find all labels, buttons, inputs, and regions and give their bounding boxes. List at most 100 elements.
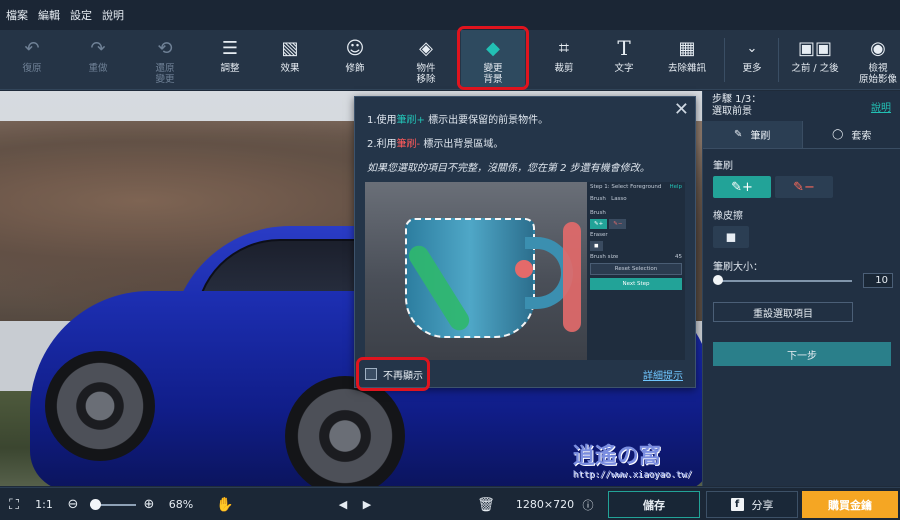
effects-button[interactable]: ▧ 效果 xyxy=(268,30,312,90)
adjust-label: 調整 xyxy=(220,63,240,74)
brush-size-value[interactable]: 10 xyxy=(863,273,893,288)
eye-icon: ◉ xyxy=(870,37,886,59)
redo-label: 重做 xyxy=(88,63,108,74)
object-label-1: 物件 xyxy=(416,63,436,74)
selection-tabs: ✎ 筆刷 ◯ 套索 xyxy=(703,121,900,149)
menu-file[interactable]: 檔案 xyxy=(6,7,28,23)
view-original-button[interactable]: ◉ 檢視 原始影像 xyxy=(856,30,900,90)
watermark-title: 逍遙の窩 xyxy=(572,443,661,469)
brush-size-slider-knob[interactable] xyxy=(713,275,723,285)
demo-photo xyxy=(365,182,587,360)
save-button[interactable]: 儲存 xyxy=(608,491,700,518)
adjust-button[interactable]: ☰ 調整 xyxy=(208,30,252,90)
restore-label-1: 還原 xyxy=(155,63,175,74)
retouch-label: 修飾 xyxy=(345,63,365,74)
car-rear-wheel xyxy=(285,376,405,486)
crop-button[interactable]: ⌗ 裁剪 xyxy=(542,30,586,90)
prev-image-icon[interactable]: ◀ xyxy=(334,488,352,520)
share-button[interactable]: f 分享 xyxy=(706,491,798,518)
dont-show-checkbox[interactable] xyxy=(365,368,377,380)
tip-line-3: 如果您選取的項目不完整，沒關係，您在第 2 步還有機會修改。 xyxy=(367,163,650,174)
more-button[interactable]: ⌄ 更多 xyxy=(732,30,772,90)
face-icon: ☺ xyxy=(345,37,365,59)
photo-editor-window: 檔案 編輯 設定 說明 ↶ 復原 ↷ 重做 ⟲ 還原 變更 ☰ 調整 ▧ 效果 … xyxy=(0,0,900,520)
undo-label: 復原 xyxy=(22,63,42,74)
car-front-wheel xyxy=(45,351,155,461)
fit-screen-icon[interactable]: ⛶ xyxy=(4,488,24,520)
view-original-label-2: 原始影像 xyxy=(858,74,897,85)
brush-minus-button[interactable]: ✎− xyxy=(775,176,833,198)
tab-brush[interactable]: ✎ 筆刷 xyxy=(703,121,803,148)
close-icon[interactable]: ✕ xyxy=(674,99,689,120)
zoom-slider-knob[interactable] xyxy=(89,499,101,510)
object-label-2: 移除 xyxy=(416,74,436,85)
brush-size-label: 筆刷大小： xyxy=(713,262,763,273)
step-indicator: 步驟 1/3： 選取前景 xyxy=(712,94,762,117)
undo-icon: ↶ xyxy=(24,37,40,59)
denoise-button[interactable]: ▦ 去除雜訊 xyxy=(662,30,712,90)
brush-icon: ✎ xyxy=(734,129,743,140)
menu-bar: 檔案 編輯 設定 說明 xyxy=(0,0,900,30)
tip-line-2: 2.利用筆刷- 標示出背景區域。 xyxy=(367,139,504,150)
change-bg-label-1: 變更 xyxy=(483,63,503,74)
effects-label: 效果 xyxy=(280,63,300,74)
toolbar-divider-2 xyxy=(778,38,779,82)
detailed-tips-link[interactable]: 詳細提示 xyxy=(643,367,683,382)
retouch-button[interactable]: ☺ 修飾 xyxy=(333,30,377,90)
info-icon[interactable]: ⓘ xyxy=(578,488,598,520)
menu-settings[interactable]: 設定 xyxy=(70,7,92,23)
demo-red-dot xyxy=(515,260,533,278)
denoise-icon: ▦ xyxy=(678,37,696,59)
next-image-icon[interactable]: ▶ xyxy=(358,488,376,520)
view-original-label-1: 檢視 xyxy=(868,63,888,74)
chevron-down-icon: ⌄ xyxy=(746,40,758,56)
menu-help[interactable]: 說明 xyxy=(102,7,124,23)
watermark-logo: 逍遙の窩 http://www.xiaoyao.tw/ xyxy=(573,438,692,480)
help-link[interactable]: 說明 xyxy=(871,99,891,114)
tip-line-1: 1.使用筆刷+ 標示出要保留的前景物件。 xyxy=(367,115,549,126)
toolbar: ↶ 復原 ↷ 重做 ⟲ 還原 變更 ☰ 調整 ▧ 效果 ☺ 修飾 ◈ 物件 移除 xyxy=(0,26,900,90)
hand-tool-icon[interactable]: ✋ xyxy=(214,488,236,520)
eraser-icon: ◼ xyxy=(725,229,737,245)
facebook-icon: f xyxy=(730,498,744,511)
brush-section-label: 筆刷 xyxy=(713,161,733,172)
watermark-url: http://www.xiaoyao.tw/ xyxy=(572,470,692,480)
object-removal-button[interactable]: ◈ 物件 移除 xyxy=(403,30,449,90)
text-label: 文字 xyxy=(614,63,634,74)
brush-plus-button[interactable]: ✎+ xyxy=(713,176,771,198)
before-after-label: 之前 / 之後 xyxy=(791,63,839,74)
restore-changes-button[interactable]: ⟲ 還原 變更 xyxy=(143,30,187,90)
next-step-button[interactable]: 下一步 xyxy=(713,342,891,366)
reset-selection-button[interactable]: 重設選取項目 xyxy=(713,302,853,322)
trash-icon[interactable]: 🗑 xyxy=(474,488,498,520)
redo-button[interactable]: ↷ 重做 xyxy=(78,30,118,90)
sliders-icon: ☰ xyxy=(221,37,239,59)
brush-minus-icon: ✎− xyxy=(793,179,815,195)
eraser-section-label: 橡皮擦 xyxy=(713,211,743,222)
brush-plus-icon: ✎+ xyxy=(731,179,753,195)
before-after-button[interactable]: ▣▣ 之前 / 之後 xyxy=(786,30,844,90)
change-background-button[interactable]: ◆ 變更 背景 xyxy=(461,30,525,90)
buy-key-button[interactable]: 購買金鑰 xyxy=(802,491,898,518)
lasso-icon: ◯ xyxy=(832,129,844,140)
more-label: 更多 xyxy=(742,63,762,74)
text-icon: T xyxy=(617,35,631,60)
actual-size-button[interactable]: 1:1 xyxy=(33,488,55,520)
share-label: 分享 xyxy=(751,498,774,512)
menu-edit[interactable]: 編輯 xyxy=(38,7,60,23)
text-button[interactable]: T 文字 xyxy=(602,30,646,90)
demo-red-stroke xyxy=(563,222,581,332)
denoise-label: 去除雜訊 xyxy=(667,63,706,74)
tip-popup: ✕ 1.使用筆刷+ 標示出要保留的前景物件。 2.利用筆刷- 標示出背景區域。 … xyxy=(354,96,696,388)
zoom-in-icon[interactable]: ⊕ xyxy=(140,488,158,520)
tab-lasso[interactable]: ◯ 套索 xyxy=(803,121,900,148)
undo-button[interactable]: ↶ 復原 xyxy=(12,30,52,90)
crop-label: 裁剪 xyxy=(554,63,574,74)
redo-icon: ↷ xyxy=(90,37,106,59)
eraser-button[interactable]: ◼ xyxy=(713,226,749,248)
change-bg-label-2: 背景 xyxy=(483,74,503,85)
right-panel: 步驟 1/3： 選取前景 說明 ✎ 筆刷 ◯ 套索 筆刷 ✎+ ✎− 橡皮擦 ◼ 筆… xyxy=(702,91,900,486)
zoom-out-icon[interactable]: ⊖ xyxy=(64,488,82,520)
dont-show-label: 不再顯示 xyxy=(383,371,423,382)
brush-size-slider[interactable] xyxy=(717,280,852,282)
